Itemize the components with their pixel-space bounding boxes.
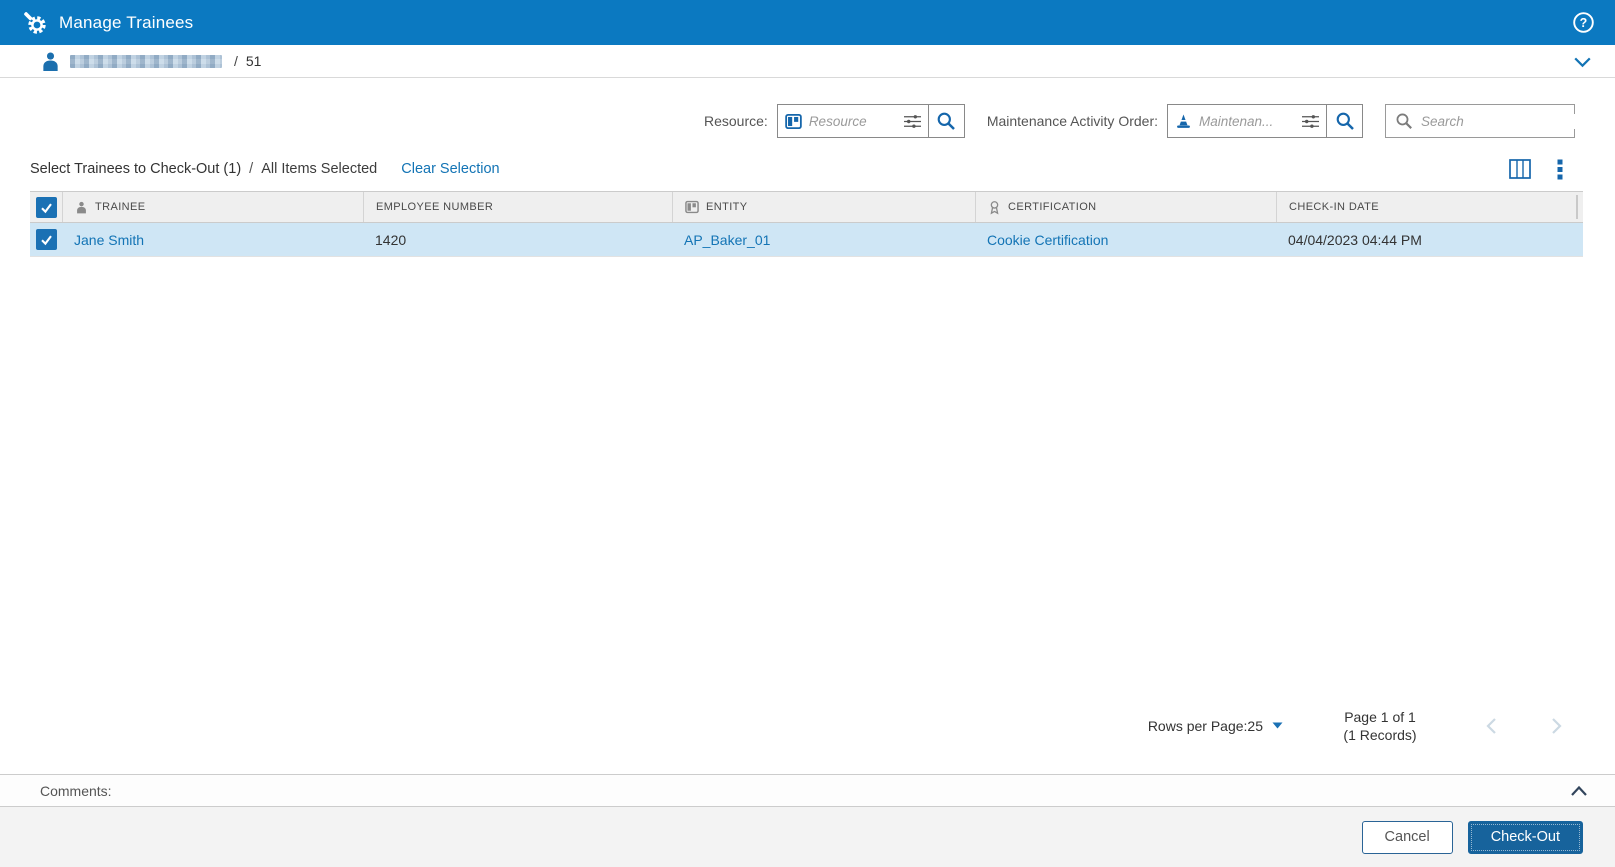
clear-selection-link[interactable]: Clear Selection [401, 161, 499, 177]
breadcrumb-separator: / [234, 53, 238, 69]
person-icon [75, 201, 88, 214]
certification-icon [988, 200, 1001, 215]
rows-per-page-selector[interactable]: Rows per Page: 25 [1148, 718, 1283, 734]
employee-number-cell: 1420 [375, 231, 407, 248]
column-label: TRAINEE [95, 201, 146, 213]
maintenance-activity-order-label: Maintenance Activity Order: [986, 113, 1158, 129]
manage-trainees-dialog: Manage Trainees ? / 51 Resource: Resourc… [0, 0, 1615, 867]
column-header-trainee[interactable]: TRAINEE [62, 192, 363, 222]
check-out-button[interactable]: Check-Out [1467, 820, 1583, 854]
entity-cell: AP_Baker_01 [672, 223, 975, 256]
maintenance-activity-order-search-icon[interactable] [1326, 105, 1362, 137]
column-chooser-icon[interactable] [1509, 159, 1531, 179]
column-header-entity[interactable]: ENTITY [672, 192, 975, 222]
records-info-line: (1 Records) [1343, 726, 1417, 743]
table-row[interactable]: Jane Smith 1420 AP_Baker_01 Cookie Certi… [30, 223, 1583, 257]
page-info-line: Page 1 of 1 [1344, 708, 1416, 725]
main-content: Resource: Resource Maintenance Activity … [0, 78, 1615, 774]
filter-row: Resource: Resource Maintenance Activity … [0, 103, 1615, 139]
resource-input[interactable] [808, 105, 897, 137]
trainees-table: TRAINEE EMPLOYEE NUMBER ENTITY CERTIFICA… [30, 191, 1583, 257]
resource-search-icon[interactable] [927, 105, 964, 137]
breadcrumb: / 51 [0, 45, 1615, 78]
kebab-menu-icon[interactable] [1557, 159, 1563, 180]
check-in-date-cell: 04/04/2023 04:44 PM [1288, 231, 1422, 248]
table-header-row: TRAINEE EMPLOYEE NUMBER ENTITY CERTIFICA… [30, 191, 1583, 223]
column-label: CHECK-IN DATE [1289, 201, 1379, 213]
column-label: ENTITY [706, 201, 748, 213]
select-all-cell [30, 192, 62, 222]
column-header-certification[interactable]: CERTIFICATION [975, 192, 1276, 222]
comments-label: Comments: [40, 782, 112, 799]
column-header-employee-number[interactable]: EMPLOYEE NUMBER [363, 192, 672, 222]
comments-bar: Comments: [0, 774, 1615, 807]
select-all-checkbox[interactable] [35, 196, 57, 218]
rows-per-page-label: Rows per Page: [1147, 717, 1248, 734]
cone-icon [1168, 105, 1199, 137]
help-icon[interactable]: ? [1572, 11, 1595, 34]
page-info: Page 1 of 1 (1 Records) [1321, 708, 1439, 744]
caret-down-icon [1272, 722, 1283, 729]
chevron-up-icon[interactable] [1567, 781, 1591, 801]
resource-icon [778, 105, 809, 137]
entity-link[interactable]: AP_Baker_01 [684, 232, 770, 248]
trainee-link[interactable]: Jane Smith [74, 232, 144, 248]
person-icon [40, 51, 61, 72]
column-label: CERTIFICATION [1008, 201, 1097, 213]
search-input[interactable] [1421, 113, 1600, 129]
column-header-check-in-date[interactable]: CHECK-IN DATE [1276, 192, 1583, 222]
certification-link[interactable]: Cookie Certification [987, 232, 1108, 248]
selection-title: Select Trainees to Check-Out (1) [30, 161, 242, 177]
column-label: EMPLOYEE NUMBER [376, 201, 494, 213]
all-items-selected-label: All Items Selected [261, 161, 378, 177]
entity-icon [685, 200, 699, 214]
row-select-cell [30, 223, 62, 256]
certification-cell: Cookie Certification [975, 223, 1276, 256]
chevron-down-icon[interactable] [1570, 49, 1595, 74]
svg-text:?: ? [1580, 16, 1588, 30]
maintenance-activity-order-lookup [1167, 104, 1363, 138]
redacted-user-name [70, 54, 222, 68]
pagination-bar: Rows per Page: 25 Page 1 of 1 (1 Records) [0, 708, 1615, 744]
page-title: Manage Trainees [59, 12, 194, 32]
trainee-cell: Jane Smith [62, 223, 363, 256]
selection-separator: / [249, 161, 254, 177]
maintenance-activity-order-input[interactable] [1199, 105, 1295, 137]
search-box [1385, 104, 1600, 138]
resource-lookup [776, 104, 965, 138]
footer-bar: Cancel Check-Out [0, 807, 1615, 867]
cancel-button[interactable]: Cancel [1361, 820, 1453, 854]
row-checkbox[interactable] [35, 229, 57, 250]
selection-bar: Select Trainees to Check-Out (1) / All I… [0, 154, 1615, 184]
chevron-right-icon[interactable] [1545, 714, 1567, 738]
sliders-icon[interactable] [897, 105, 928, 137]
search-icon [1395, 112, 1413, 130]
rows-per-page-value: 25 [1247, 717, 1263, 734]
resource-label: Resource: [704, 113, 768, 129]
titlebar: Manage Trainees ? [0, 0, 1615, 45]
gear-wrench-icon [22, 10, 48, 36]
chevron-left-icon[interactable] [1481, 714, 1503, 738]
breadcrumb-count: 51 [245, 53, 262, 69]
sliders-icon[interactable] [1295, 105, 1326, 137]
